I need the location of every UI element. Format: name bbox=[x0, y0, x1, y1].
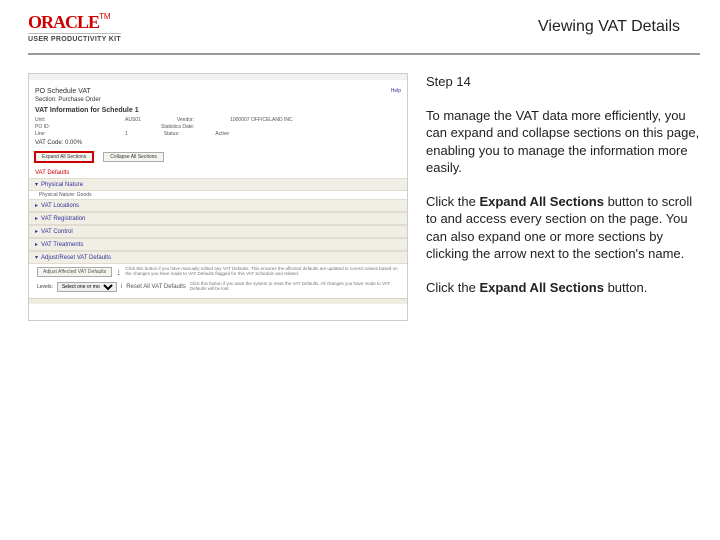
vat-rate: VAT Code: 0.00% bbox=[29, 138, 407, 148]
line-label: Line: bbox=[35, 131, 89, 137]
section-vat-treatments[interactable]: ▸VAT Treatments bbox=[29, 238, 407, 251]
footer-bar bbox=[29, 298, 407, 304]
adjust-defaults-row: Adjust Affected VAT Defaults i Click thi… bbox=[29, 264, 407, 280]
vendor-value: 1000007 OFFICELAND INC bbox=[230, 117, 293, 123]
app-screenshot: PO Schedule VAT Help Section: Purchase O… bbox=[28, 73, 408, 321]
chevron-down-icon: ▾ bbox=[35, 182, 38, 188]
status-value: Active bbox=[215, 131, 229, 137]
details-grid: Unit: AUS01 Vendor: 1000007 OFFICELAND I… bbox=[29, 117, 407, 137]
help-link[interactable]: Help bbox=[391, 88, 401, 94]
vat-info-heading: VAT Information for Schedule 1 bbox=[29, 103, 407, 116]
levels-row: Levels: Select one or more levels i Rese… bbox=[29, 280, 407, 292]
section-vat-control[interactable]: ▸VAT Control bbox=[29, 225, 407, 238]
physical-nature-value: Physical Nature: Goods bbox=[29, 191, 407, 199]
unit-value: AUS01 bbox=[125, 117, 141, 123]
section-label: Adjust/Reset VAT Defaults bbox=[41, 255, 111, 261]
info-icon[interactable]: i bbox=[118, 269, 119, 275]
step-number: Step 14 bbox=[426, 73, 700, 91]
header: ORACLETM USER PRODUCTIVITY KIT Viewing V… bbox=[0, 0, 720, 47]
unit-label: Unit: bbox=[35, 117, 89, 123]
section-subtitle: Section: Purchase Order bbox=[29, 95, 407, 103]
expand-all-bold: Expand All Sections bbox=[479, 194, 604, 209]
section-vat-registration[interactable]: ▸VAT Registration bbox=[29, 212, 407, 225]
reset-all-vat-defaults-button[interactable]: Reset All VAT Defaults bbox=[126, 284, 186, 290]
section-label: Physical Nature bbox=[41, 182, 83, 188]
reset-help-text: Click this button if you want the system… bbox=[190, 282, 399, 292]
levels-select[interactable]: Select one or more levels bbox=[57, 282, 117, 292]
stats-date-label: Statistics Date: bbox=[161, 124, 194, 130]
trademark: TM bbox=[99, 12, 111, 21]
instruction-p1: To manage the VAT data more efficiently,… bbox=[426, 107, 700, 177]
chevron-down-icon: ▾ bbox=[35, 255, 38, 261]
instruction-p2: Click the Expand All Sections button to … bbox=[426, 193, 700, 263]
chevron-right-icon: ▸ bbox=[35, 216, 38, 222]
adjust-affected-vat-defaults-button[interactable]: Adjust Affected VAT Defaults bbox=[37, 267, 112, 277]
vendor-label: Vendor: bbox=[177, 117, 194, 123]
po-id-label: PO ID: bbox=[35, 124, 89, 130]
adjust-help-text: Click this button if you have manually e… bbox=[125, 267, 399, 277]
chevron-right-icon: ▸ bbox=[35, 229, 38, 235]
section-physical-nature[interactable]: ▾Physical Nature bbox=[29, 178, 407, 191]
instruction-column: Step 14 To manage the VAT data more effi… bbox=[426, 73, 700, 321]
collapse-all-sections-button[interactable]: Collapse All Sections bbox=[103, 152, 164, 162]
levels-label: Levels: bbox=[37, 284, 53, 290]
expand-all-sections-button[interactable]: Expand All Sections bbox=[35, 152, 93, 162]
section-label: VAT Treatments bbox=[41, 242, 83, 248]
expand-collapse-row: Expand All Sections Collapse All Section… bbox=[29, 148, 407, 166]
po-schedule-title: PO Schedule VAT bbox=[29, 88, 407, 95]
oracle-logo: ORACLE bbox=[28, 12, 99, 32]
expand-all-bold: Expand All Sections bbox=[479, 280, 604, 295]
section-vat-locations[interactable]: ▸VAT Locations bbox=[29, 199, 407, 212]
section-adjust-reset-defaults[interactable]: ▾Adjust/Reset VAT Defaults bbox=[29, 251, 407, 264]
page-title: Viewing VAT Details bbox=[538, 18, 680, 36]
section-label: VAT Registration bbox=[41, 216, 85, 222]
content-body: PO Schedule VAT Help Section: Purchase O… bbox=[0, 55, 720, 321]
info-icon[interactable]: i bbox=[121, 284, 122, 290]
upk-subtitle: USER PRODUCTIVITY KIT bbox=[28, 33, 121, 43]
status-label: Status: bbox=[164, 131, 180, 137]
oracle-upk-logo: ORACLETM USER PRODUCTIVITY KIT bbox=[28, 12, 121, 43]
breadcrumb bbox=[29, 80, 407, 88]
vat-defaults-heading: VAT Defaults bbox=[29, 166, 407, 178]
instruction-p3: Click the Expand All Sections button. bbox=[426, 279, 700, 297]
section-label: VAT Control bbox=[41, 229, 73, 235]
section-label: VAT Locations bbox=[41, 203, 79, 209]
chevron-right-icon: ▸ bbox=[35, 203, 38, 209]
screenshot-column: PO Schedule VAT Help Section: Purchase O… bbox=[28, 73, 408, 321]
chevron-right-icon: ▸ bbox=[35, 242, 38, 248]
line-value: 1 bbox=[125, 131, 128, 137]
